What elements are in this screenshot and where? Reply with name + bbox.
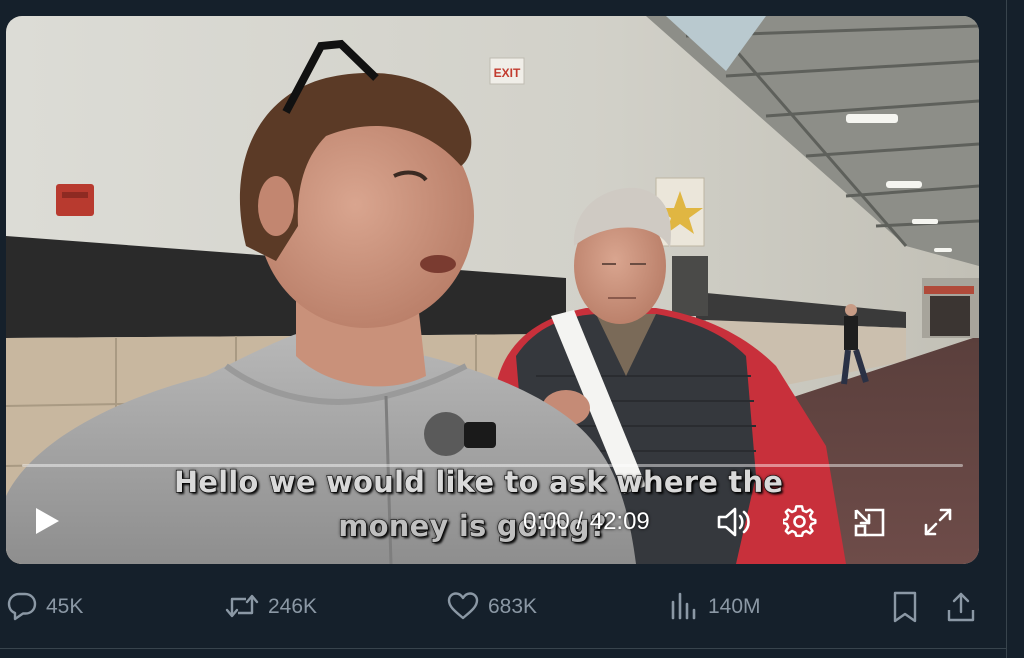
reply-icon: [7, 592, 37, 621]
tweet-action-bar: 45K 246K 683K 140M: [0, 586, 1006, 630]
volume-button[interactable]: [714, 504, 752, 540]
repost-button[interactable]: 246K: [224, 590, 317, 622]
views-bar-chart-icon: [671, 592, 696, 620]
play-button[interactable]: [30, 504, 64, 538]
gear-icon: [783, 505, 817, 538]
tweet-bottom-divider: [0, 648, 1006, 649]
picture-in-picture-icon: [854, 508, 885, 537]
fullscreen-icon: [924, 508, 952, 536]
heart-icon: [447, 592, 479, 620]
share-button[interactable]: [944, 590, 986, 624]
views-button[interactable]: 140M: [668, 590, 761, 622]
like-count: 683K: [488, 594, 538, 618]
video-subtitle-line-1: Hello we would like to ask where the: [173, 464, 784, 499]
play-icon: [36, 508, 59, 534]
bookmark-icon: [893, 591, 917, 623]
settings-button[interactable]: [782, 504, 818, 540]
reply-count: 45K: [46, 594, 84, 618]
bookmark-button[interactable]: [888, 590, 930, 624]
volume-icon: [717, 507, 750, 537]
view-count: 140M: [708, 594, 761, 618]
like-button[interactable]: 683K: [446, 590, 537, 622]
repost-count: 246K: [268, 594, 318, 618]
video-controls: 0:00 / 42:09: [6, 502, 979, 542]
share-icon: [947, 592, 975, 622]
picture-in-picture-button[interactable]: [852, 504, 888, 540]
column-divider: [1006, 0, 1007, 658]
video-time-display: 0:00 / 42:09: [523, 508, 650, 535]
tweet-media-view: EXIT Hello we would like to ask where th…: [0, 0, 1024, 658]
exit-sign-text: EXIT: [494, 66, 521, 80]
reply-button[interactable]: 45K: [6, 590, 83, 622]
repost-icon: [225, 594, 259, 618]
video-player[interactable]: EXIT Hello we would like to ask where th…: [6, 16, 979, 564]
fullscreen-button[interactable]: [920, 504, 956, 540]
